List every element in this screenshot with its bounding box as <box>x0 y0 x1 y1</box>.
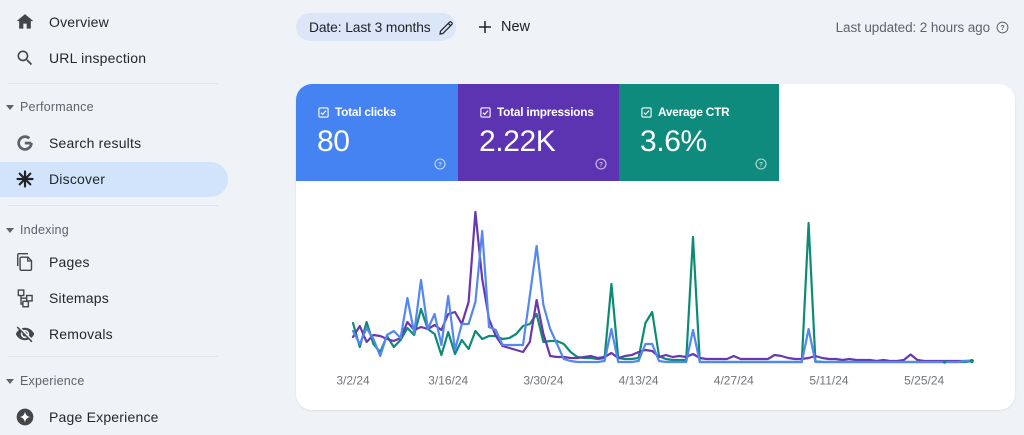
svg-text:?: ? <box>438 161 442 168</box>
svg-text:5/11/24: 5/11/24 <box>809 374 848 388</box>
svg-text:?: ? <box>599 161 603 168</box>
svg-text:5/25/24: 5/25/24 <box>904 374 944 388</box>
svg-text:3/16/24: 3/16/24 <box>428 374 468 388</box>
svg-text:?: ? <box>759 161 763 168</box>
svg-text:4/27/24: 4/27/24 <box>714 374 754 388</box>
svg-text:3/2/24: 3/2/24 <box>336 374 370 388</box>
svg-text:?: ? <box>1000 25 1004 32</box>
svg-text:3/30/24: 3/30/24 <box>523 374 563 388</box>
svg-text:4/13/24: 4/13/24 <box>619 374 659 388</box>
